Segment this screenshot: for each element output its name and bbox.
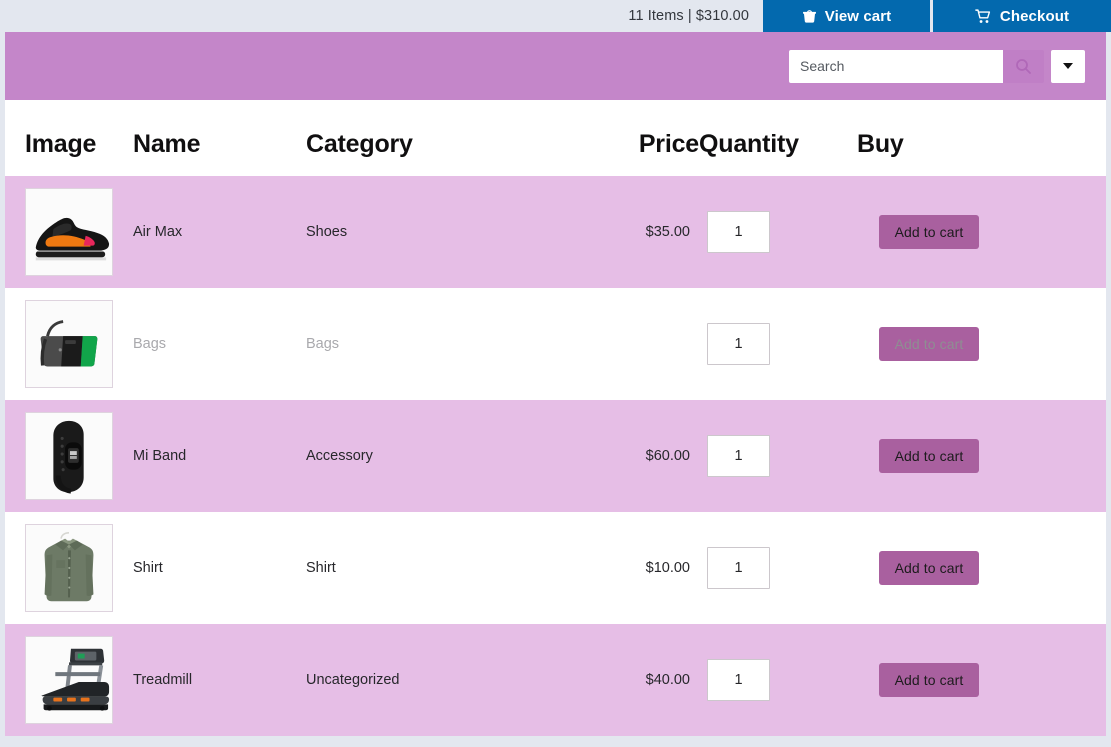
product-buy-cell: Add to cart bbox=[857, 551, 1081, 585]
checkout-button[interactable]: Checkout bbox=[933, 0, 1111, 32]
cart-summary: 11 Items | $310.00 bbox=[628, 8, 749, 24]
product-name: Bags bbox=[133, 336, 167, 352]
product-buy-cell: Add to cart bbox=[857, 215, 1081, 249]
product-quantity-cell bbox=[699, 323, 857, 365]
product-name: Treadmill bbox=[133, 672, 193, 688]
sneaker-icon bbox=[25, 188, 113, 276]
table-row: Bags Bags Add to cart bbox=[5, 288, 1106, 400]
column-header-price: Price bbox=[638, 130, 699, 158]
column-header-image: Image bbox=[25, 130, 97, 158]
product-image-cell bbox=[5, 300, 133, 388]
quantity-input[interactable] bbox=[707, 659, 770, 701]
basket-icon bbox=[802, 9, 817, 24]
add-to-cart-button[interactable]: Add to cart bbox=[879, 327, 979, 361]
product-image-cell bbox=[5, 412, 133, 500]
fitness-band-icon bbox=[25, 412, 113, 500]
product-quantity-cell bbox=[699, 435, 857, 477]
product-quantity-cell bbox=[699, 659, 857, 701]
product-buy-cell: Add to cart bbox=[857, 327, 1081, 361]
product-category: Bags bbox=[306, 336, 340, 352]
quantity-input[interactable] bbox=[707, 435, 770, 477]
product-category: Shirt bbox=[306, 560, 336, 576]
product-category: Uncategorized bbox=[306, 672, 400, 688]
search-header-band bbox=[5, 32, 1106, 100]
add-to-cart-button[interactable]: Add to cart bbox=[879, 663, 979, 697]
treadmill-icon bbox=[25, 636, 113, 724]
add-to-cart-button[interactable]: Add to cart bbox=[879, 215, 979, 249]
table-row: Treadmill Uncategorized $40.00 Add to ca… bbox=[5, 624, 1106, 736]
search-dropdown-button[interactable] bbox=[1051, 49, 1085, 83]
product-buy-cell: Add to cart bbox=[857, 663, 1081, 697]
search-group bbox=[789, 49, 1085, 83]
quantity-input[interactable] bbox=[707, 211, 770, 253]
column-header-name: Name bbox=[133, 130, 201, 158]
column-header-buy: Buy bbox=[857, 130, 904, 158]
checkout-label: Checkout bbox=[999, 7, 1070, 25]
product-image-cell bbox=[5, 188, 133, 276]
column-header-quantity: Quantity bbox=[699, 130, 799, 158]
chevron-down-icon bbox=[1063, 63, 1073, 69]
product-image-cell bbox=[5, 636, 133, 724]
product-price: $60.00 bbox=[645, 448, 690, 464]
shopping-cart-icon bbox=[975, 8, 992, 24]
product-image-cell bbox=[5, 524, 133, 612]
top-utility-bar: 11 Items | $310.00 View cart Checkout bbox=[0, 0, 1111, 32]
table-row: Mi Band Accessory $60.00 Add to cart bbox=[5, 400, 1106, 512]
add-to-cart-button[interactable]: Add to cart bbox=[879, 551, 979, 585]
product-price: $40.00 bbox=[645, 672, 690, 688]
product-name: Air Max bbox=[133, 224, 183, 240]
product-category: Accessory bbox=[306, 448, 373, 464]
product-price: $10.00 bbox=[645, 560, 690, 576]
shirt-icon bbox=[25, 524, 113, 612]
product-price: $35.00 bbox=[645, 224, 690, 240]
magnifier-icon bbox=[1015, 58, 1032, 75]
product-quantity-cell bbox=[699, 211, 857, 253]
product-quantity-cell bbox=[699, 547, 857, 589]
table-header-row: Image Name Category Price Quantity Buy bbox=[5, 100, 1106, 176]
column-header-category: Category bbox=[306, 130, 413, 158]
product-name: Shirt bbox=[133, 560, 163, 576]
search-input[interactable] bbox=[789, 49, 1003, 83]
search-submit-button[interactable] bbox=[1003, 49, 1044, 83]
table-row: Shirt Shirt $10.00 Add to cart bbox=[5, 512, 1106, 624]
product-name: Mi Band bbox=[133, 448, 187, 464]
product-table: Image Name Category Price Quantity Buy A… bbox=[5, 100, 1106, 736]
table-row: Air Max Shoes $35.00 Add to cart bbox=[5, 176, 1106, 288]
view-cart-label: View cart bbox=[824, 7, 892, 25]
handbag-icon bbox=[25, 300, 113, 388]
view-cart-button[interactable]: View cart bbox=[763, 0, 930, 32]
quantity-input[interactable] bbox=[707, 547, 770, 589]
product-category: Shoes bbox=[306, 224, 348, 240]
product-buy-cell: Add to cart bbox=[857, 439, 1081, 473]
add-to-cart-button[interactable]: Add to cart bbox=[879, 439, 979, 473]
quantity-input[interactable] bbox=[707, 323, 770, 365]
